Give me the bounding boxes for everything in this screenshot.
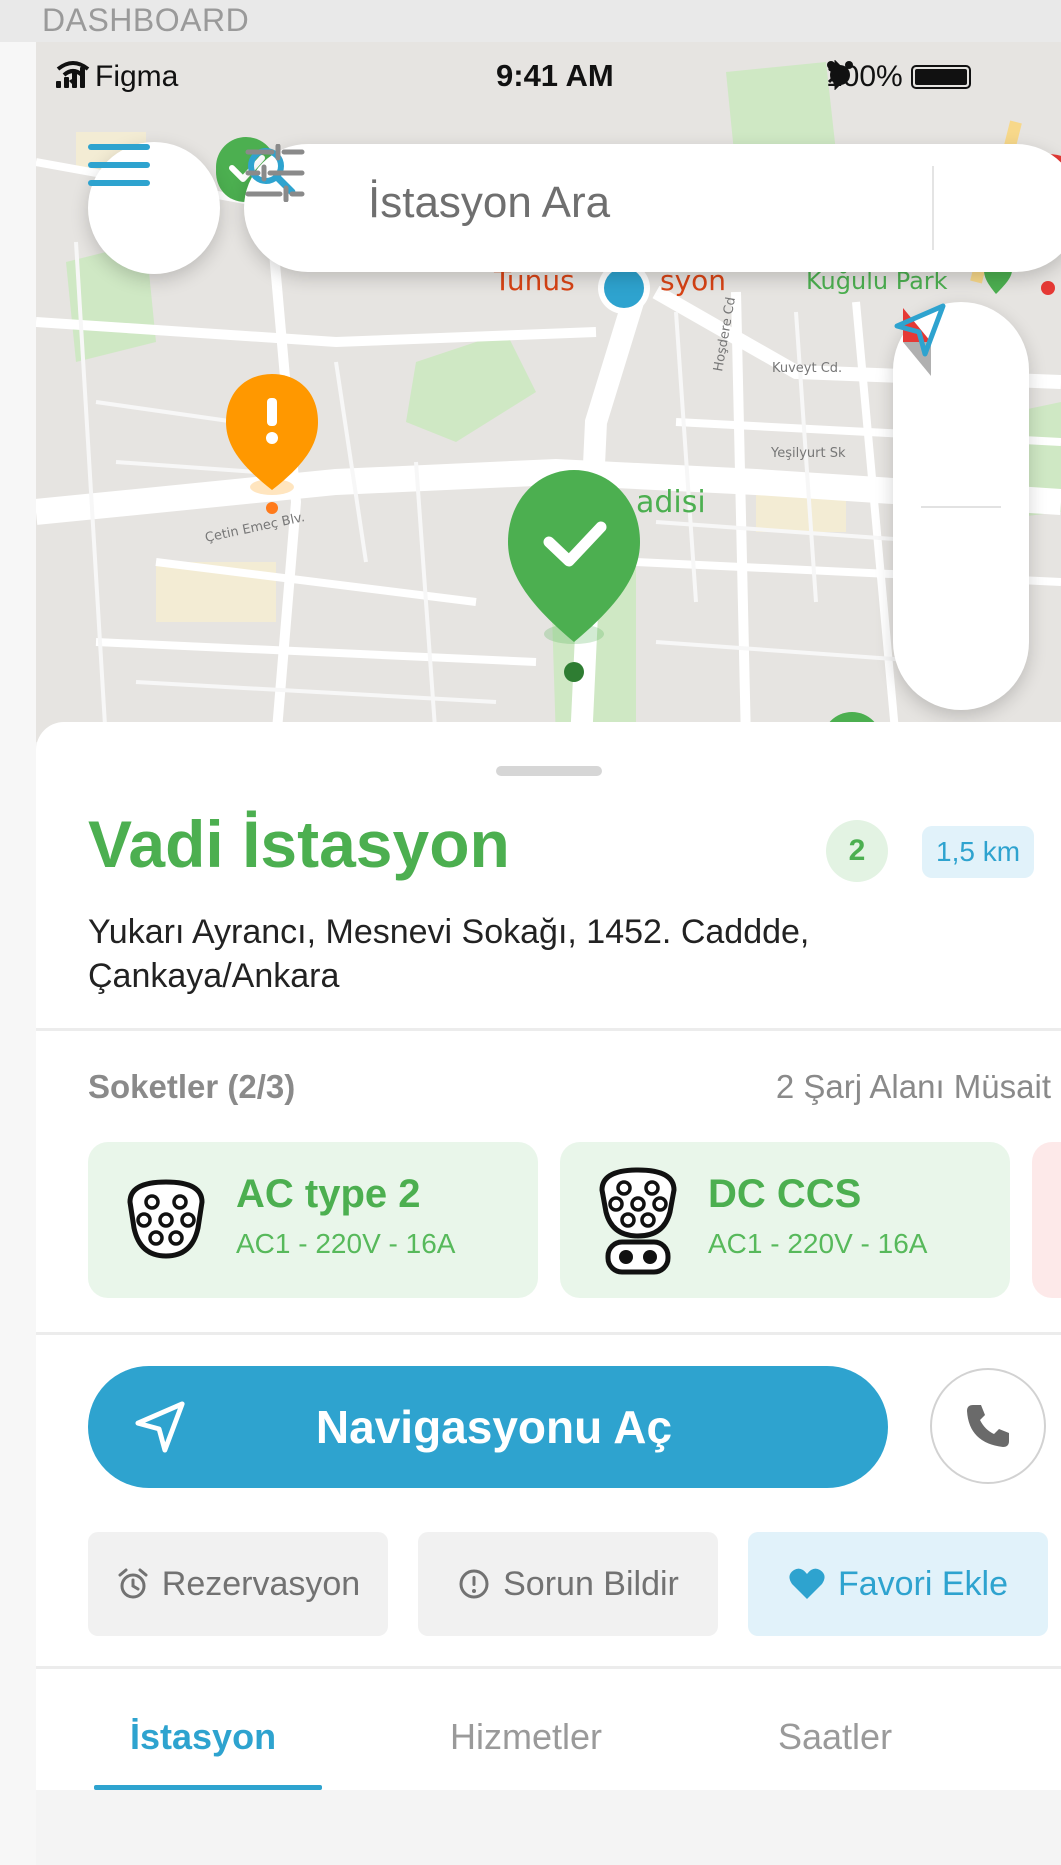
search-input[interactable]: İstasyon Ara: [368, 178, 610, 228]
available-count-badge: 2: [826, 820, 888, 882]
menu-button[interactable]: [88, 142, 220, 274]
call-button[interactable]: [930, 1368, 1046, 1484]
report-issue-label: Sorun Bildir: [503, 1564, 679, 1603]
search-divider: [932, 166, 934, 250]
reservation-label: Rezervasyon: [161, 1564, 361, 1603]
divider: [36, 1666, 1061, 1669]
station-name: Vadi İstasyon: [88, 807, 510, 881]
wifi-icon: [56, 61, 90, 85]
carrier-label: Figma: [95, 60, 179, 93]
phone-screen: Çetin Emeç Blv. Kuveyt Cd. Yeşilyurt Sk …: [36, 42, 1061, 1865]
station-address: Yukarı Ayrancı, Mesnevi Sokağı, 1452. Ca…: [88, 913, 810, 995]
report-issue-button[interactable]: Sorun Bildir: [418, 1532, 718, 1636]
socket-name: DC CCS: [708, 1172, 862, 1216]
sheet-drag-handle[interactable]: [496, 766, 602, 776]
socket-card-ac-type2[interactable]: AC type 2 AC1 - 220V - 16A: [88, 1142, 538, 1298]
search-bar[interactable]: İstasyon Ara: [244, 144, 1061, 272]
filter-sliders-icon[interactable]: [244, 144, 306, 202]
distance-badge: 1,5 km: [922, 826, 1035, 878]
status-left: Figma: [56, 60, 178, 94]
locate-me-icon[interactable]: [893, 302, 949, 358]
socket-card-peek[interactable]: [1032, 1142, 1061, 1298]
heart-icon: [789, 1568, 825, 1599]
battery-icon: [910, 65, 971, 89]
station-detail-sheet: Vadi İstasyon 2 1,5 km Yukarı Ayrancı, M…: [36, 722, 1061, 1865]
tab-hizmetler[interactable]: Hizmetler: [450, 1716, 602, 1758]
canvas-margin: [0, 42, 36, 1865]
add-favorite-button[interactable]: Favori Ekle: [748, 1532, 1048, 1636]
sockets-title: Soketler (2/3): [88, 1068, 296, 1105]
socket-card-dc-ccs[interactable]: DC CCS AC1 - 220V - 16A: [560, 1142, 1010, 1298]
map-view[interactable]: Çetin Emeç Blv. Kuveyt Cd. Yeşilyurt Sk …: [36, 42, 1061, 742]
navigate-button[interactable]: Navigasyonu Aç: [88, 1366, 888, 1488]
type2-plug-icon: [127, 1179, 205, 1259]
tab-content-area: [36, 1790, 1061, 1865]
reservation-button[interactable]: Rezervasyon: [88, 1532, 388, 1636]
map-label-yesilyurt: Yeşilyurt Sk: [770, 446, 846, 461]
phone-icon: [967, 1405, 1009, 1447]
socket-spec: AC1 - 220V - 16A: [708, 1228, 928, 1259]
map-controls: [893, 302, 1029, 710]
tab-istasyon[interactable]: İstasyon: [130, 1716, 276, 1758]
map-label-vadisi: adisi: [636, 485, 706, 520]
ccs-plug-icon: [599, 1167, 677, 1275]
status-time: 9:41 AM: [496, 58, 614, 93]
hamburger-icon: [88, 144, 150, 186]
socket-name: AC type 2: [236, 1172, 421, 1216]
alert-circle-icon: [459, 1569, 489, 1599]
add-favorite-label: Favori Ekle: [837, 1564, 1009, 1603]
status-bar: Figma 9:41 AM 100%: [36, 42, 1061, 114]
tab-saatler[interactable]: Saatler: [778, 1716, 892, 1758]
divider: [36, 1332, 1061, 1335]
socket-spec: AC1 - 220V - 16A: [236, 1228, 456, 1259]
sockets-status: 2 Şarj Alanı Müsait: [775, 1068, 1051, 1105]
divider: [36, 1028, 1061, 1031]
frame-label: DASHBOARD: [42, 2, 250, 38]
alarm-clock-icon: [118, 1568, 148, 1599]
navigate-label: Navigasyonu Aç: [315, 1401, 673, 1453]
bluetooth-icon: [827, 60, 845, 90]
controls-divider: [921, 506, 1001, 508]
status-right: 100%: [826, 60, 971, 94]
map-label-kuveyt: Kuveyt Cd.: [772, 361, 842, 376]
